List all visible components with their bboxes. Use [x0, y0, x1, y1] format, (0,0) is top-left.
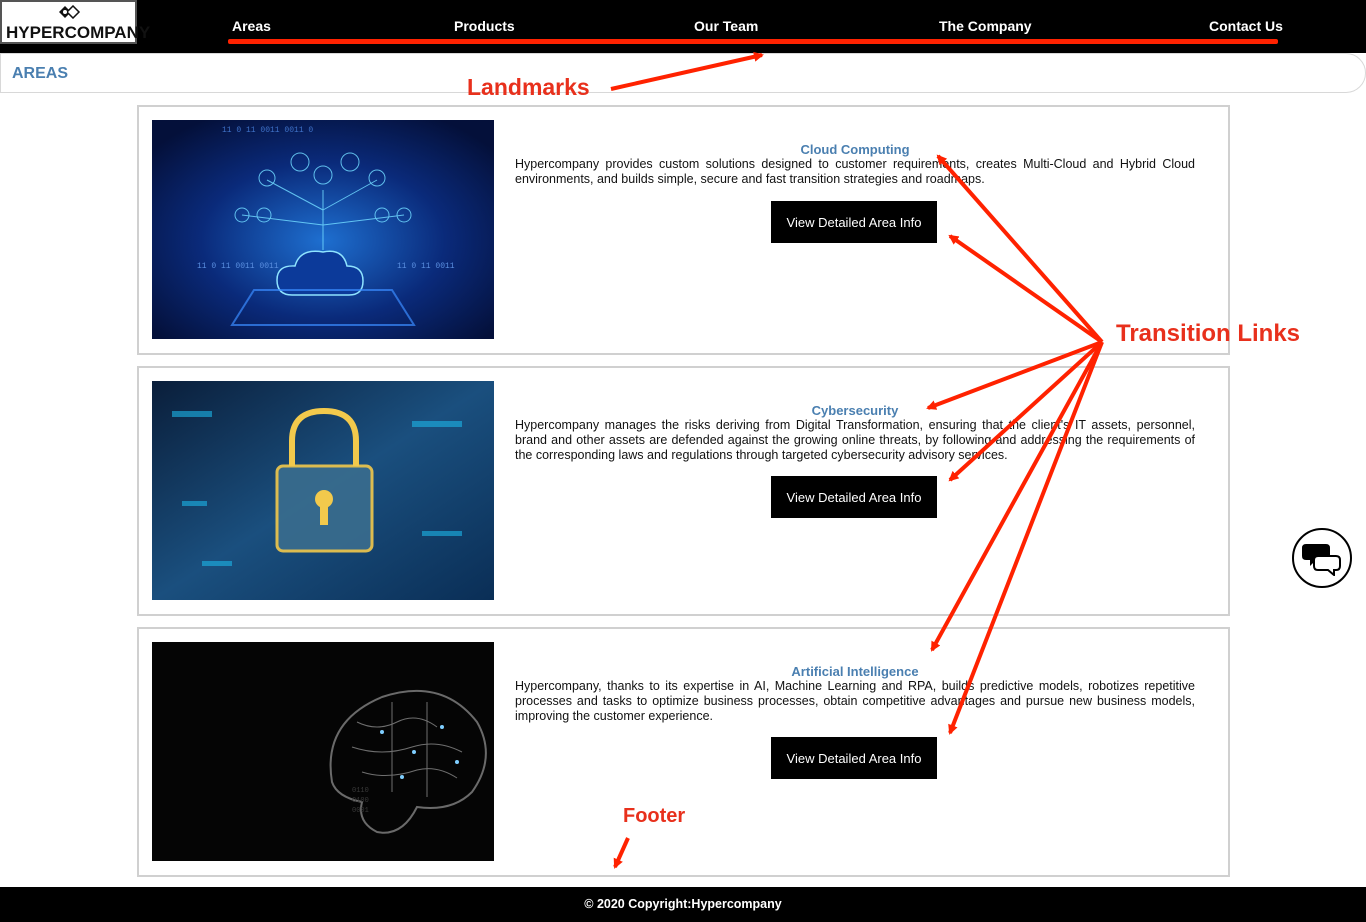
section-header-bar: AREAS [0, 53, 1366, 93]
landmarks-underline-annotation [228, 39, 1278, 44]
card-body: Cybersecurity Hypercompany manages the r… [515, 403, 1195, 463]
nav-link-areas[interactable]: Areas [232, 18, 271, 34]
page-footer: © 2020 Copyright:Hypercompany [0, 887, 1366, 922]
area-card-artificial-intelligence: 0110 0100 0001 Artificial Intelligence H… [137, 627, 1230, 877]
chat-bubbles-icon [1302, 544, 1341, 576]
footer-copyright: © 2020 Copyright:Hypercompany [584, 897, 782, 911]
svg-text:11 0 11 0011 0011 0: 11 0 11 0011 0011 0 [222, 126, 313, 135]
cloud-computing-image: 11 0 11 0011 0011 0 11 0 11 0011 0011 11… [152, 120, 494, 339]
card-title-link[interactable]: Cloud Computing [515, 142, 1195, 157]
page-title: AREAS [12, 65, 69, 82]
area-card-cloud-computing: 11 0 11 0011 0011 0 11 0 11 0011 0011 11… [137, 105, 1230, 355]
nav-link-our-team[interactable]: Our Team [694, 18, 758, 34]
view-detailed-area-info-button[interactable]: View Detailed Area Info [771, 201, 937, 243]
svg-text:0100: 0100 [352, 797, 369, 805]
card-title-link[interactable]: Cybersecurity [515, 403, 1195, 418]
cybersecurity-lock-image [152, 381, 494, 600]
card-description: Hypercompany manages the risks deriving … [515, 418, 1195, 462]
card-body: Artificial Intelligence Hypercompany, th… [515, 664, 1195, 724]
logo-text: HYPERCOMPANY [6, 23, 151, 42]
chat-button[interactable] [1292, 528, 1352, 588]
nav-link-the-company[interactable]: The Company [939, 18, 1032, 34]
logo-mark-icon [59, 5, 81, 19]
top-navbar: HYPERCOMPANY Areas Products Our Team The… [0, 0, 1366, 53]
card-title-link[interactable]: Artificial Intelligence [515, 664, 1195, 679]
view-detailed-area-info-button[interactable]: View Detailed Area Info [771, 476, 937, 518]
footer-annotation-label: Footer [623, 805, 686, 827]
card-description: Hypercompany provides custom solutions d… [515, 157, 1195, 186]
transition-links-annotation-label: Transition Links [1116, 320, 1301, 347]
card-body: Cloud Computing Hypercompany provides cu… [515, 142, 1195, 187]
nav-link-products[interactable]: Products [454, 18, 515, 34]
svg-text:0110: 0110 [352, 787, 369, 795]
svg-text:0001: 0001 [352, 807, 369, 815]
card-description: Hypercompany, thanks to its expertise in… [515, 679, 1195, 723]
hypercompany-logo[interactable]: HYPERCOMPANY [0, 0, 150, 44]
landmarks-annotation-label: Landmarks [467, 74, 590, 100]
area-card-cybersecurity: Cybersecurity Hypercompany manages the r… [137, 366, 1230, 616]
nav-link-contact-us[interactable]: Contact Us [1209, 18, 1283, 34]
svg-text:11 0 11 0011: 11 0 11 0011 [397, 262, 455, 271]
view-detailed-area-info-button[interactable]: View Detailed Area Info [771, 737, 937, 779]
ai-brain-image: 0110 0100 0001 [152, 642, 494, 861]
svg-text:11 0 11 0011 0011: 11 0 11 0011 0011 [197, 262, 279, 271]
